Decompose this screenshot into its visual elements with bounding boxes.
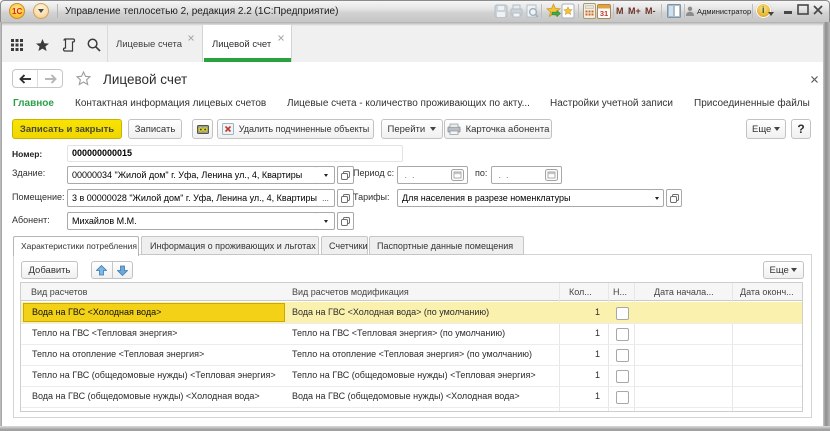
svg-text:31: 31: [600, 9, 608, 18]
